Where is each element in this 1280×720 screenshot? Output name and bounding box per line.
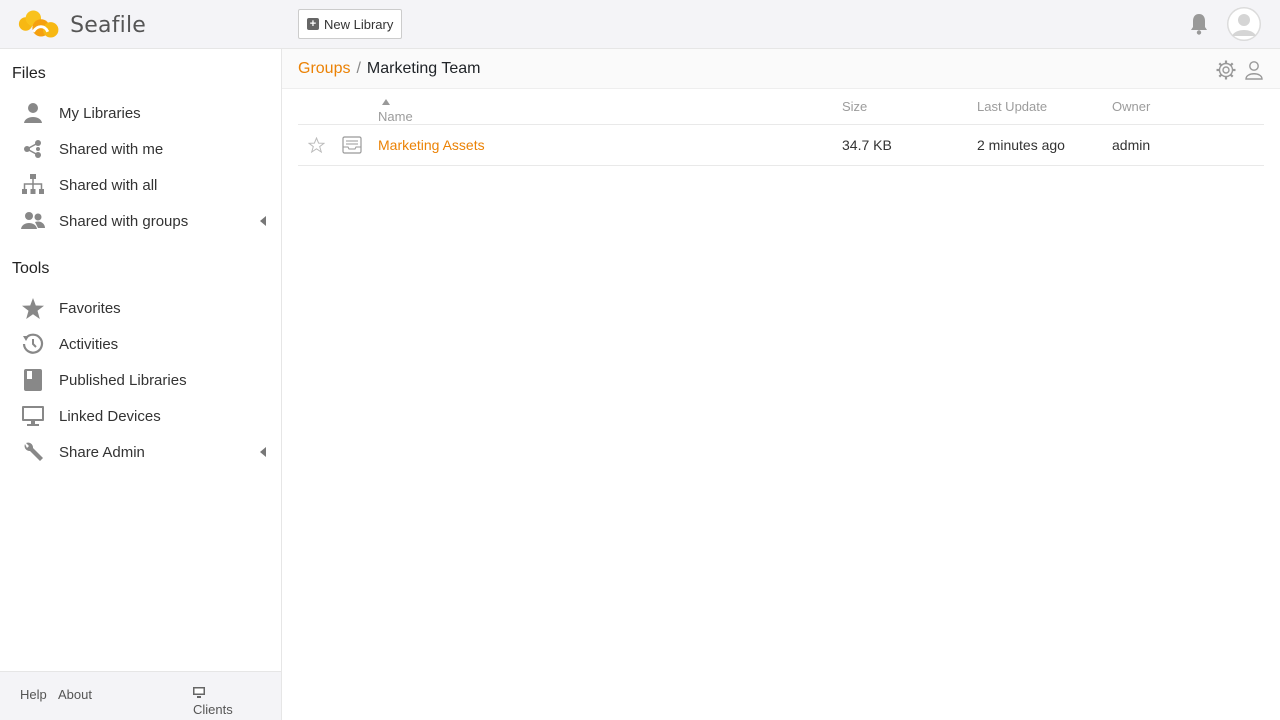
group-icon [20, 210, 46, 232]
sidebar-item-activities[interactable]: Activities [20, 328, 272, 360]
gear-icon[interactable] [1216, 60, 1236, 80]
sidebar-item-label: My Libraries [59, 104, 141, 122]
sidebar-item-shared-with-all[interactable]: Shared with all [20, 169, 272, 201]
breadcrumb-groups-link[interactable]: Groups [298, 60, 350, 77]
default-avatar-icon [1227, 7, 1261, 41]
column-header-size[interactable]: Size [842, 99, 867, 114]
sidebar-item-label: Shared with all [59, 176, 158, 194]
sidebar-item-my-libraries[interactable]: My Libraries [20, 97, 272, 129]
column-header-name[interactable]: Name [378, 99, 413, 124]
files-section-title: Files [12, 65, 46, 82]
caret-left-icon[interactable] [260, 447, 266, 457]
plus-icon: + [307, 18, 319, 30]
library-table: Name Size Last Update Owner Marketing As… [298, 89, 1264, 166]
clients-link[interactable]: Clients [193, 687, 233, 717]
about-link[interactable]: About [58, 687, 92, 702]
help-link[interactable]: Help [20, 687, 47, 702]
sidebar-item-share-admin[interactable]: Share Admin [20, 436, 272, 468]
sidebar-item-label: Activities [59, 335, 119, 353]
new-library-button[interactable]: + New Library [298, 9, 403, 39]
sidebar-item-linked-devices[interactable]: Linked Devices [20, 400, 272, 432]
monitor-icon [20, 405, 46, 427]
sidebar-footer: Help About Clients [0, 671, 281, 720]
sidebar-item-shared-with-me[interactable]: Shared with me [20, 133, 272, 165]
org-chart-icon [20, 174, 46, 196]
sort-ascending-icon [382, 99, 390, 105]
sidebar-item-label: Share Admin [59, 443, 145, 461]
table-header: Name Size Last Update Owner [298, 89, 1264, 125]
breadcrumb-separator: / [356, 60, 361, 77]
library-icon [342, 136, 362, 154]
library-last-update: 2 minutes ago [977, 137, 1065, 153]
star-icon [20, 297, 46, 319]
sidebar-item-shared-with-groups[interactable]: Shared with groups [20, 205, 272, 237]
history-icon [20, 333, 46, 355]
library-owner: admin [1112, 137, 1151, 153]
star-outline-icon[interactable] [308, 137, 325, 153]
breadcrumb-current: Marketing Team [366, 60, 481, 77]
logo-cloud-icon [18, 10, 59, 38]
sidebar-item-label: Published Libraries [59, 371, 187, 389]
sidebar-item-label: Shared with me [59, 140, 164, 158]
group-members-icon[interactable] [1244, 60, 1264, 80]
bell-icon[interactable] [1189, 13, 1209, 35]
share-icon [20, 138, 46, 160]
logo-text: Seafile [70, 13, 146, 38]
column-header-last-update[interactable]: Last Update [977, 99, 1047, 114]
breadcrumb: Groups / Marketing Team [298, 60, 480, 78]
sidebar-item-published-libraries[interactable]: Published Libraries [20, 364, 272, 396]
caret-left-icon[interactable] [260, 216, 266, 226]
logo-text-prefix: Sea [70, 12, 112, 38]
library-size: 34.7 KB [842, 137, 892, 153]
user-avatar[interactable] [1227, 7, 1261, 41]
library-name-link[interactable]: Marketing Assets [378, 137, 485, 153]
sidebar-item-favorites[interactable]: Favorites [20, 292, 272, 324]
clients-label: Clients [193, 702, 233, 717]
main-content: Groups / Marketing Team Name Size Last Upd… [282, 49, 1280, 720]
sidebar-item-label: Favorites [59, 299, 121, 317]
sidebar: Files My Libraries Shared with me Shared… [0, 49, 282, 720]
sidebar-item-label: Linked Devices [59, 407, 161, 425]
new-library-label: New Library [324, 16, 394, 32]
wrench-icon [20, 441, 46, 463]
column-header-name-label: Name [378, 109, 413, 124]
user-icon [20, 102, 46, 124]
sidebar-item-label: Shared with groups [59, 212, 189, 230]
book-icon [20, 369, 46, 391]
tools-section-title: Tools [12, 260, 50, 277]
seafile-logo[interactable]: Seafile [16, 8, 146, 42]
monitor-icon [193, 687, 205, 698]
top-bar: Seafile + New Library [0, 0, 1280, 49]
column-header-owner[interactable]: Owner [1112, 99, 1150, 114]
logo-text-suffix: file [111, 12, 146, 38]
table-row[interactable]: Marketing Assets 34.7 KB 2 minutes ago a… [298, 125, 1264, 166]
path-bar: Groups / Marketing Team [282, 49, 1280, 89]
